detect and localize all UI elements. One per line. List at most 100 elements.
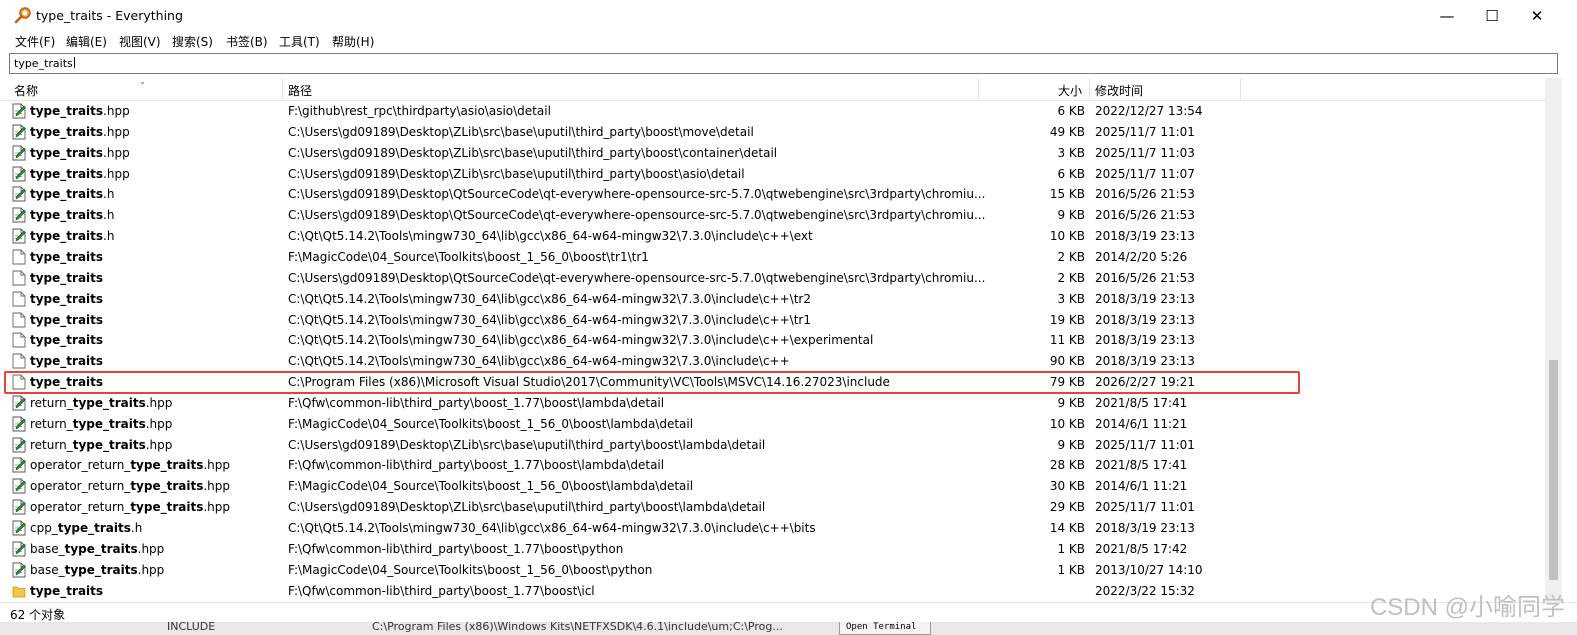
result-row[interactable]: type_traits C:\Qt\Qt5.14.2\Tools\mingw730… — [0, 289, 1545, 310]
column-header-name[interactable]: 名称 — [14, 82, 38, 99]
file-path: C:\Users\gd09189\Desktop\QtSourceCode\qt… — [288, 270, 986, 285]
file-name-match: type_traits — [72, 395, 146, 410]
scrollbar-thumb[interactable] — [1549, 360, 1558, 580]
menu-tools[interactable]: 工具(T) — [279, 33, 320, 50]
file-modified: 2018/3/19 23:13 — [1095, 229, 1195, 244]
column-divider[interactable] — [1240, 78, 1241, 100]
file-path: C:\Users\gd09189\Desktop\QtSourceCode\qt… — [288, 208, 986, 223]
file-name-prefix: return_ — [30, 437, 73, 452]
blank-file-icon — [12, 353, 26, 369]
file-path: F:\MagicCode\04_Source\Toolkits\boost_1_… — [288, 479, 694, 494]
column-header-modified[interactable]: 修改时间 — [1095, 82, 1143, 99]
column-header-size[interactable]: 大小 — [1058, 82, 1082, 99]
result-row[interactable]: type_traits C:\Program Files (x86)\Micros… — [0, 372, 1545, 393]
result-row[interactable]: type_traits C:\Qt\Qt5.14.2\Tools\mingw730… — [0, 330, 1545, 351]
file-name-match: type_traits — [130, 500, 204, 515]
column-header-path[interactable]: 路径 — [288, 82, 312, 99]
column-divider[interactable] — [282, 78, 283, 100]
file-modified: 2025/11/7 11:01 — [1095, 124, 1195, 139]
file-size: 15 KB — [1049, 187, 1085, 202]
file-name: type_traits — [30, 354, 103, 368]
open-terminal-button[interactable]: Open Terminal — [839, 622, 931, 635]
file-name-suffix: .hpp — [203, 479, 230, 494]
result-row[interactable]: type_traits F:\Qfw\common-lib\third_party… — [0, 581, 1545, 602]
file-modified: 2018/3/19 23:13 — [1095, 291, 1195, 306]
file-name-suffix: .h — [103, 208, 115, 223]
result-row[interactable]: type_traits.hpp C:\Users\gd09189\Desktop\… — [0, 164, 1545, 185]
file-size: 6 KB — [1057, 104, 1085, 118]
result-row[interactable]: type_traits F:\MagicCode\04_Source\Toolki… — [0, 247, 1545, 268]
file-modified: 2026/2/27 19:21 — [1095, 375, 1195, 390]
result-row[interactable]: type_traits C:\Qt\Qt5.14.2\Tools\mingw730… — [0, 310, 1545, 331]
status-bar: 62 个对象 — [0, 602, 1577, 623]
column-divider[interactable] — [978, 78, 979, 100]
object-count: 62 个对象 — [10, 608, 66, 622]
result-row[interactable]: type_traits.h C:\Qt\Qt5.14.2\Tools\mingw7… — [0, 226, 1545, 247]
menu-file[interactable]: 文件(F) — [15, 33, 55, 50]
results-header: 名称 ⌄ 路径 大小 修改时间 — [0, 77, 1545, 101]
result-row[interactable]: return_type_traits.hpp C:\Users\gd09189\D… — [0, 435, 1545, 456]
result-row[interactable]: operator_return_type_traits.hpp C:\Users\… — [0, 497, 1545, 518]
file-name: return_type_traits.hpp — [30, 438, 172, 452]
file-modified: 2021/8/5 17:42 — [1095, 541, 1188, 556]
file-path: F:\MagicCode\04_Source\Toolkits\boost_1_… — [288, 562, 653, 577]
column-divider[interactable] — [1089, 78, 1090, 100]
result-row[interactable]: return_type_traits.hpp F:\MagicCode\04_So… — [0, 414, 1545, 435]
file-size: 79 KB — [1049, 375, 1085, 390]
result-row[interactable]: type_traits.hpp C:\Users\gd09189\Desktop\… — [0, 143, 1545, 164]
file-name-suffix: .hpp — [137, 562, 165, 577]
result-row[interactable]: base_type_traits.hpp F:\MagicCode\04_Sour… — [0, 560, 1545, 581]
file-path: F:\Qfw\common-lib\third_party\boost_1.77… — [288, 541, 624, 556]
menu-help[interactable]: 帮助(H) — [332, 33, 374, 50]
result-row[interactable]: base_type_traits.hpp F:\Qfw\common-lib\th… — [0, 539, 1545, 560]
file-modified: 2018/3/19 23:13 — [1095, 354, 1195, 369]
result-row[interactable]: return_type_traits.hpp F:\Qfw\common-lib\… — [0, 393, 1545, 414]
menu-view[interactable]: 视图(V) — [119, 33, 161, 50]
menu-search[interactable]: 搜索(S) — [172, 33, 213, 50]
file-name-match: type_traits — [30, 187, 104, 202]
vertical-scrollbar[interactable] — [1545, 78, 1562, 602]
result-row[interactable]: type_traits C:\Users\gd09189\Desktop\QtSo… — [0, 268, 1545, 289]
file-path: C:\Qt\Qt5.14.2\Tools\mingw730_64\lib\gcc… — [288, 229, 813, 244]
file-size: 90 KB — [1049, 354, 1085, 369]
blank-file-icon — [12, 249, 26, 265]
file-name: operator_return_type_traits.hpp — [30, 458, 230, 472]
file-name-suffix: .h — [130, 521, 143, 535]
file-path: C:\Users\gd09189\Desktop\QtSourceCode\qt… — [288, 187, 986, 202]
file-name-prefix: operator_return_ — [30, 458, 131, 473]
file-name-suffix: .hpp — [203, 458, 230, 473]
folder-icon — [12, 586, 26, 597]
file-modified: 2016/5/26 21:53 — [1095, 270, 1195, 285]
menu-bookmarks[interactable]: 书签(B) — [226, 33, 268, 50]
result-row[interactable]: type_traits.h C:\Users\gd09189\Desktop\Qt… — [0, 205, 1545, 226]
close-button[interactable]: ✕ — [1514, 0, 1560, 31]
menu-edit[interactable]: 编辑(E) — [66, 33, 107, 50]
file-name-match: type_traits — [72, 416, 146, 431]
result-row[interactable]: cpp_type_traits.h C:\Qt\Qt5.14.2\Tools\mi… — [0, 518, 1545, 539]
background-window: INCLUDE C:\Program Files (x86)\Windows K… — [0, 622, 1577, 635]
search-input[interactable]: type_traits — [9, 53, 1558, 74]
result-row[interactable]: type_traits.hpp C:\Users\gd09189\Desktop\… — [0, 122, 1545, 143]
cpp-file-icon — [12, 207, 26, 223]
maximize-button[interactable]: ☐ — [1469, 0, 1515, 31]
file-name: operator_return_type_traits.hpp — [30, 500, 230, 514]
cpp-file-icon — [12, 478, 26, 494]
file-name-match: type_traits — [57, 521, 131, 535]
file-size: 9 KB — [1057, 395, 1085, 410]
file-size: 11 KB — [1049, 333, 1085, 348]
result-row[interactable]: type_traits.hpp F:\github\rest_rpc\thirdp… — [0, 101, 1545, 122]
file-path: F:\github\rest_rpc\thirdparty\asio\asio\… — [288, 104, 551, 118]
file-size: 9 KB — [1057, 437, 1085, 452]
file-name: return_type_traits.hpp — [30, 396, 172, 410]
file-modified: 2018/3/19 23:13 — [1095, 333, 1195, 348]
file-name-suffix: .hpp — [145, 437, 173, 452]
result-row[interactable]: operator_return_type_traits.hpp F:\Qfw\co… — [0, 455, 1545, 476]
result-row[interactable]: type_traits.h C:\Users\gd09189\Desktop\Qt… — [0, 184, 1545, 205]
result-row[interactable]: type_traits C:\Qt\Qt5.14.2\Tools\mingw730… — [0, 351, 1545, 372]
minimize-button[interactable]: — — [1424, 0, 1470, 31]
file-modified: 2022/3/22 15:32 — [1095, 583, 1195, 598]
file-modified: 2021/8/5 17:41 — [1095, 395, 1188, 410]
file-name-suffix: .hpp — [145, 416, 173, 431]
result-row[interactable]: operator_return_type_traits.hpp F:\MagicC… — [0, 476, 1545, 497]
cpp-file-icon — [12, 395, 26, 411]
